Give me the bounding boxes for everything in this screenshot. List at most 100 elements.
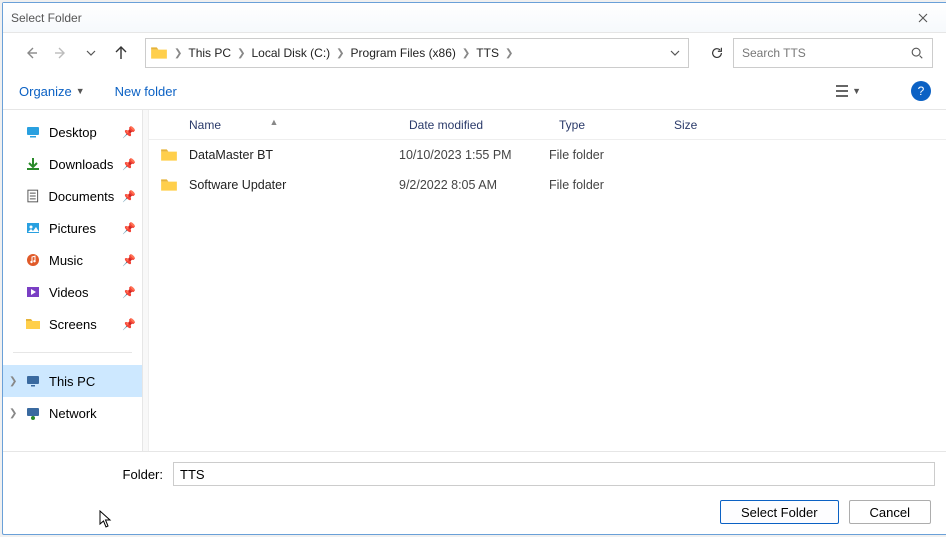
search-box[interactable] — [733, 38, 933, 68]
column-size[interactable]: Size — [664, 118, 744, 132]
sidebar-item-screens[interactable]: Screens 📌 — [3, 308, 142, 340]
divider — [13, 352, 132, 353]
sort-asc-icon: ▲ — [270, 117, 279, 127]
footer: Folder: Select Folder Cancel — [3, 451, 946, 534]
sidebar: Desktop📌Downloads📌Documents📌Pictures📌Mus… — [3, 110, 143, 451]
help-button[interactable]: ? — [911, 81, 931, 101]
breadcrumb-item[interactable]: TTS — [472, 46, 503, 60]
sidebar-item-label: Network — [49, 406, 97, 421]
sidebar-item-music[interactable]: Music 📌 — [3, 244, 142, 276]
file-date: 9/2/2022 8:05 AM — [399, 178, 549, 192]
chevron-right-icon: ❯ — [172, 48, 184, 59]
refresh-button[interactable] — [703, 39, 731, 67]
chevron-down-icon[interactable] — [670, 48, 680, 58]
folder-input[interactable] — [173, 462, 935, 486]
file-list[interactable]: DataMaster BT10/10/2023 1:55 PMFile fold… — [149, 140, 946, 451]
chevron-right-icon[interactable]: ❯ — [9, 408, 17, 419]
select-folder-button[interactable]: Select Folder — [720, 500, 839, 524]
caret-down-icon: ▼ — [852, 86, 861, 96]
back-button[interactable] — [17, 39, 45, 67]
search-input[interactable] — [742, 46, 910, 60]
select-folder-dialog: Select Folder ❯ This PC ❯ Local Disk (C:… — [2, 2, 946, 535]
sidebar-item-label: Downloads — [49, 157, 113, 172]
file-pane: Name▲ Date modified Type Size DataMaster… — [149, 110, 946, 451]
folder-icon — [160, 146, 178, 164]
sidebar-item-label: This PC — [49, 374, 95, 389]
file-type: File folder — [549, 148, 664, 162]
caret-down-icon: ▼ — [76, 86, 85, 96]
pin-icon: 📌 — [122, 286, 136, 299]
music-icon — [25, 252, 41, 268]
pin-icon: 📌 — [122, 222, 136, 235]
close-button[interactable] — [907, 7, 939, 29]
sidebar-item-this-pc[interactable]: ❯ This PC — [3, 365, 142, 397]
list-icon — [834, 84, 850, 98]
videos-icon — [25, 284, 41, 300]
sidebar-item-documents[interactable]: Documents 📌 — [3, 180, 142, 212]
question-icon: ? — [918, 84, 925, 98]
recent-dropdown[interactable] — [77, 39, 105, 67]
breadcrumb-item[interactable]: This PC — [184, 46, 235, 60]
chevron-right-icon[interactable]: ❯ — [9, 376, 17, 387]
sidebar-item-label: Videos — [49, 285, 89, 300]
pictures-icon — [25, 220, 41, 236]
sidebar-item-downloads[interactable]: Downloads 📌 — [3, 148, 142, 180]
search-icon — [910, 46, 924, 60]
forward-button[interactable] — [47, 39, 75, 67]
folder-icon — [150, 44, 168, 62]
downloads-icon — [25, 156, 41, 172]
documents-icon — [25, 188, 41, 204]
window-title: Select Folder — [11, 11, 907, 25]
folder-label: Folder: — [3, 467, 173, 482]
breadcrumb[interactable]: ❯ This PC ❯ Local Disk (C:) ❯ Program Fi… — [145, 38, 689, 68]
sidebar-item-pictures[interactable]: Pictures 📌 — [3, 212, 142, 244]
file-name: Software Updater — [189, 178, 399, 192]
new-folder-button[interactable]: New folder — [115, 84, 177, 99]
folder-icon — [160, 176, 178, 194]
view-options-button[interactable]: ▼ — [834, 84, 861, 98]
pin-icon: 📌 — [122, 126, 136, 139]
column-date[interactable]: Date modified — [399, 118, 549, 132]
sidebar-item-label: Desktop — [49, 125, 97, 140]
pin-icon: 📌 — [122, 190, 136, 203]
sidebar-item-network[interactable]: ❯ Network — [3, 397, 142, 429]
cancel-button[interactable]: Cancel — [849, 500, 931, 524]
file-row[interactable]: Software Updater9/2/2022 8:05 AMFile fol… — [149, 170, 946, 200]
column-name[interactable]: Name▲ — [149, 118, 399, 132]
title-bar: Select Folder — [3, 3, 946, 33]
chevron-right-icon: ❯ — [334, 48, 346, 59]
folder-icon — [25, 316, 41, 332]
sidebar-item-videos[interactable]: Videos 📌 — [3, 276, 142, 308]
network-icon — [25, 405, 41, 421]
desktop-icon — [25, 124, 41, 140]
file-date: 10/10/2023 1:55 PM — [399, 148, 549, 162]
sidebar-item-label: Screens — [49, 317, 97, 332]
chevron-down-icon — [86, 48, 96, 58]
breadcrumb-item[interactable]: Program Files (x86) — [347, 46, 460, 60]
arrow-up-icon — [113, 45, 129, 61]
sidebar-item-label: Pictures — [49, 221, 96, 236]
refresh-icon — [710, 46, 724, 60]
pin-icon: 📌 — [122, 158, 136, 171]
arrow-right-icon — [53, 45, 69, 61]
file-header: Name▲ Date modified Type Size — [149, 110, 946, 140]
chevron-right-icon: ❯ — [460, 48, 472, 59]
file-name: DataMaster BT — [189, 148, 399, 162]
sidebar-item-label: Documents — [49, 189, 115, 204]
file-row[interactable]: DataMaster BT10/10/2023 1:55 PMFile fold… — [149, 140, 946, 170]
toolbar: Organize ▼ New folder ▼ ? — [3, 73, 946, 109]
pin-icon: 📌 — [122, 254, 136, 267]
chevron-right-icon: ❯ — [503, 48, 515, 59]
column-type[interactable]: Type — [549, 118, 664, 132]
sidebar-item-label: Music — [49, 253, 83, 268]
organize-button[interactable]: Organize ▼ — [19, 84, 85, 99]
chevron-right-icon: ❯ — [235, 48, 247, 59]
file-type: File folder — [549, 178, 664, 192]
close-icon — [918, 13, 928, 23]
pin-icon: 📌 — [122, 318, 136, 331]
arrow-left-icon — [23, 45, 39, 61]
body-area: Desktop📌Downloads📌Documents📌Pictures📌Mus… — [3, 109, 946, 451]
breadcrumb-item[interactable]: Local Disk (C:) — [247, 46, 334, 60]
up-button[interactable] — [107, 39, 135, 67]
sidebar-item-desktop[interactable]: Desktop 📌 — [3, 116, 142, 148]
